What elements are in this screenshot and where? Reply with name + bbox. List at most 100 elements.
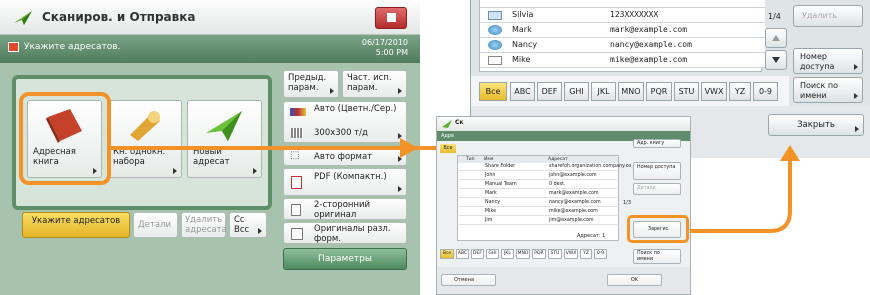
key-0-9[interactable]: 0-9 — [753, 82, 778, 101]
button-label: Удалить адресата — [185, 215, 227, 235]
message-bar: Укажите адресатов. 06/17/2010 5:00 PM — [0, 35, 420, 63]
key-stu[interactable]: STU — [674, 82, 699, 101]
key-yz[interactable]: YZ — [729, 82, 751, 101]
row-name: Nancy — [512, 40, 538, 49]
preview-details-button[interactable]: Детали — [633, 183, 681, 195]
size-label: Авто формат — [314, 152, 373, 162]
table-row[interactable]: Share Folder sharefoh.organization.compan… — [459, 163, 631, 171]
preview-key-0-9[interactable]: 0-9 — [594, 249, 607, 259]
row-name: Jim — [485, 218, 493, 223]
scroll-down-button[interactable] — [765, 50, 787, 70]
preview-key-all[interactable]: Все — [440, 249, 454, 259]
row-name: John — [485, 173, 496, 178]
preview-key-yz[interactable]: YZ — [580, 249, 592, 259]
destination-count: Адресат: 1 — [577, 233, 606, 239]
mixed-originals-icon — [291, 228, 303, 240]
table-row[interactable]: Manual Team 0 dest. — [459, 181, 617, 189]
button-label: Поиск по имени — [800, 81, 839, 100]
color-mode-label: Авто (Цветн./Сер.) — [314, 104, 397, 114]
preview-key-pqr[interactable]: PQR — [532, 249, 546, 259]
preview-cancel-button[interactable]: Отмена — [441, 274, 496, 286]
preview-key-stu[interactable]: STU — [548, 249, 562, 259]
key-abc[interactable]: ABC — [510, 82, 535, 101]
key-mno[interactable]: MNO — [618, 82, 644, 101]
key-ghi[interactable]: GHI — [564, 82, 589, 101]
size-icon: ⬚ — [290, 150, 300, 161]
one-touch-tile[interactable]: Кн. однокн. набора — [107, 100, 182, 178]
pdf-icon — [291, 176, 302, 189]
button-label: Адр. книгу — [637, 141, 665, 146]
button-label: Закрыть — [797, 120, 835, 130]
preview-all-button[interactable]: Все — [440, 144, 456, 153]
title-bar: Сканиров. и Отправка — [0, 0, 420, 35]
key-def[interactable]: DEF — [537, 82, 562, 101]
button-label: Детали — [138, 220, 171, 230]
preview-key-vwx[interactable]: VWX — [564, 249, 578, 259]
button-label: OK — [630, 277, 639, 283]
row-address: sharefoh.organization.company.co — [549, 164, 632, 169]
preview-key-def[interactable]: DEF — [471, 249, 484, 259]
access-number-button[interactable]: Номер доступа — [793, 48, 863, 74]
button-label: Укажите адресатов — [31, 216, 121, 226]
preview-access-number-button[interactable]: Номер доступа — [633, 162, 681, 180]
table-row[interactable]: Silvia 123XXXXXXX — [480, 8, 765, 23]
table-row[interactable]: Jim jim@example.com — [459, 217, 617, 225]
table-row[interactable]: Nancy nancy@example.com — [480, 38, 765, 53]
preview-key-mno[interactable]: MNO — [516, 249, 530, 259]
row-name: Manual Team — [485, 182, 517, 187]
options-button[interactable]: Параметры — [283, 248, 407, 270]
delete-button[interactable]: Удалить — [793, 5, 863, 27]
color-resolution-button[interactable]: Авто (Цветн./Сер.) 300x300 т/д — [283, 101, 407, 143]
table-row[interactable] — [480, 0, 765, 8]
file-format-button[interactable]: PDF (Компактн.) — [283, 168, 407, 196]
preview-key-abc[interactable]: ABC — [456, 249, 469, 259]
new-destination-tile[interactable]: Новый адресат — [187, 100, 262, 178]
duplex-label: 2-сторонний оригинал — [314, 200, 371, 220]
button-label: Детали — [637, 186, 656, 191]
cc-bcc-button[interactable]: Cc Bcc — [229, 212, 267, 238]
stop-icon — [387, 13, 396, 22]
close-button[interactable]: Закрыть — [768, 114, 864, 136]
chevron-up-icon — [772, 35, 780, 41]
details-button[interactable]: Детали — [133, 212, 178, 238]
search-by-name-button[interactable]: Поиск по имени — [793, 77, 863, 103]
preview-address-book-button[interactable]: Адр. книгу — [633, 139, 681, 148]
preview-ok-button[interactable]: OK — [607, 274, 662, 286]
row-name: Nancy — [485, 200, 501, 205]
preview-search-button[interactable]: Поиск по имени — [633, 249, 681, 264]
table-row[interactable]: Mark mark@example.com — [459, 190, 617, 198]
specify-destination-button[interactable]: Укажите адресатов — [22, 212, 130, 238]
stop-button[interactable] — [375, 7, 407, 29]
format-label: PDF (Компактн.) — [314, 172, 387, 182]
button-label: Номер доступа — [637, 165, 676, 170]
table-row[interactable]: Mike mike@example.com — [459, 208, 617, 216]
duplex-button[interactable]: 2-сторонний оригинал — [283, 198, 407, 220]
preview-key-jkl[interactable]: JKL — [501, 249, 514, 259]
arrow-head-icon — [400, 138, 418, 158]
row-address: mark@example.com — [610, 25, 688, 34]
key-all[interactable]: Все — [479, 82, 507, 101]
table-row[interactable]: Mark mark@example.com — [480, 23, 765, 38]
page-indicator: 1/4 — [768, 12, 781, 21]
favorites-button[interactable]: Част. исп. парам. — [342, 70, 407, 98]
row-address: nancy@example.com — [610, 40, 692, 49]
preview-key-ghi[interactable]: GHI — [486, 249, 499, 259]
table-row[interactable]: Nancy nancy@example.com — [459, 199, 617, 207]
fax-icon — [488, 11, 502, 20]
message-text: Укажите адресатов. — [24, 42, 121, 52]
table-row[interactable]: John john@example.com — [459, 172, 617, 180]
mixed-originals-button[interactable]: Оригиналы разл. форм. — [283, 222, 407, 244]
date: 06/17/2010 — [361, 38, 408, 47]
one-touch-icon — [130, 111, 160, 141]
address-list: Silvia 123XXXXXXX Mark mark@example.com … — [479, 0, 765, 72]
scroll-up-button[interactable] — [765, 28, 787, 48]
delete-destination-button[interactable]: Удалить адресата — [181, 212, 227, 238]
table-row[interactable]: Mike mike@example.com — [480, 53, 765, 68]
address-book-preview: Ск Адре Все Тип Имя Адресат Share Folder… — [436, 116, 691, 295]
key-vwx[interactable]: VWX — [701, 82, 727, 101]
button-label: Поиск по имени — [637, 251, 660, 262]
key-jkl[interactable]: JKL — [591, 82, 616, 101]
key-pqr[interactable]: PQR — [646, 82, 672, 101]
mixed-label: Оригиналы разл. форм. — [314, 224, 391, 244]
previous-settings-button[interactable]: Предыд. парам. — [283, 70, 339, 98]
